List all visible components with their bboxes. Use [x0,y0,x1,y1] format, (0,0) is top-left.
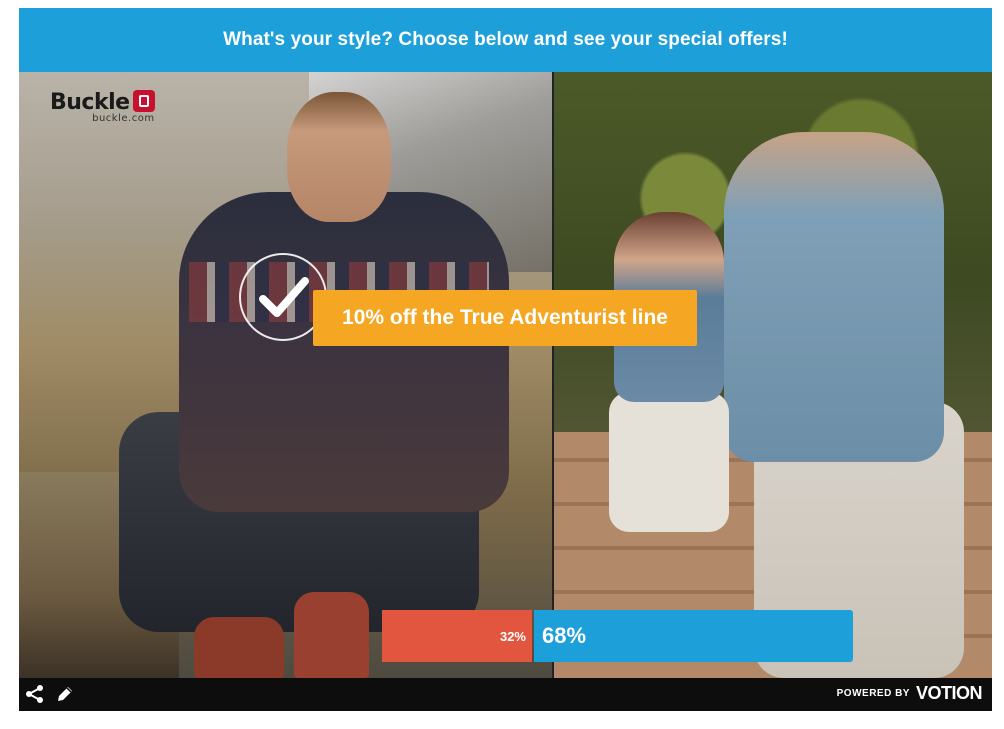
buckle-logo: Buckle buckle.com [50,90,155,124]
option-right-image[interactable] [554,72,992,678]
powered-by-votion[interactable]: POWERED BY VOTION [836,683,983,704]
result-left-percent: 32% [382,610,532,662]
poll-footer: POWERED BY VOTION [19,678,992,711]
powered-by-label: POWERED BY [836,688,910,699]
logo-badge-icon [132,90,155,112]
poll-results-bar: 32% 68% [382,610,853,662]
result-right-percent: 68% [534,610,853,662]
poll-question: What's your style? Choose below and see … [19,8,992,72]
option-left-image[interactable] [19,72,552,678]
logo-name: Buckle [50,90,130,115]
pencil-icon[interactable] [55,684,75,709]
poll-widget: What's your style? Choose below and see … [19,8,992,711]
offer-button[interactable]: 10% off the True Adventurist line [313,290,697,346]
votion-brand: VOTION [915,683,983,703]
share-icon[interactable] [25,684,45,709]
